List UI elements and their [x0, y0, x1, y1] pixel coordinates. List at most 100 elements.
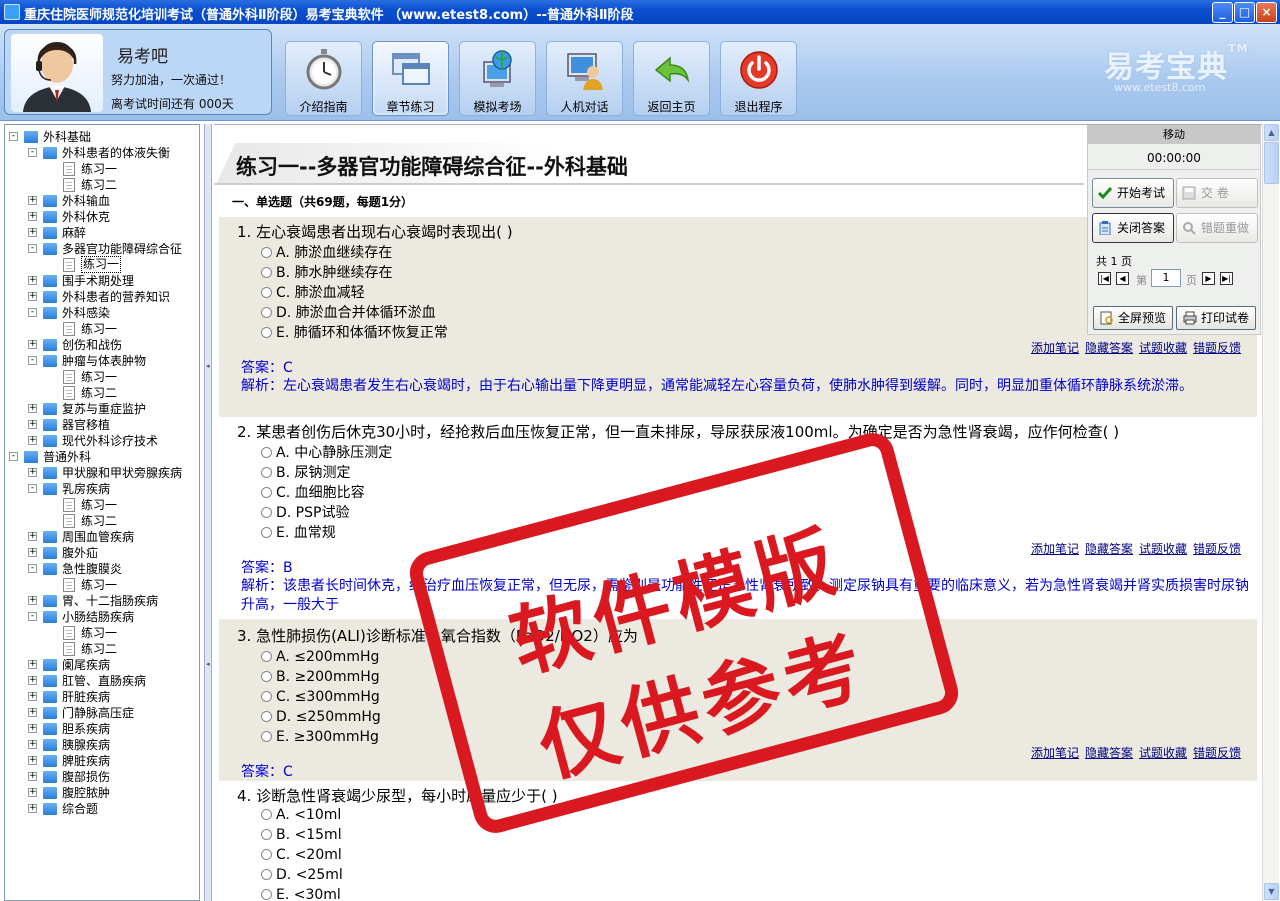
minimize-button[interactable]: _ — [1212, 2, 1233, 23]
last-page-icon[interactable]: ▶| — [1220, 272, 1233, 285]
chapter-practice-button[interactable]: 章节练习 — [372, 41, 449, 116]
expand-icon[interactable]: + — [28, 596, 37, 605]
expand-icon[interactable]: + — [28, 228, 37, 237]
expand-icon[interactable]: + — [28, 548, 37, 557]
expand-icon[interactable]: + — [28, 692, 37, 701]
radio-icon[interactable] — [261, 711, 272, 722]
scroll-up-icon[interactable]: ▲ — [1264, 124, 1279, 141]
option-c[interactable]: C. 肺淤血减轻 — [261, 282, 365, 302]
expand-icon[interactable]: + — [28, 708, 37, 717]
hide-answer-link[interactable]: 隐藏答案 — [1085, 542, 1133, 556]
man-machine-dialog-button[interactable]: 人机对话 — [546, 41, 623, 116]
option-b[interactable]: B. ≥200mmHg — [261, 669, 380, 685]
expand-icon[interactable]: + — [28, 772, 37, 781]
collapse-icon[interactable]: - — [28, 612, 37, 621]
expand-icon[interactable]: + — [28, 276, 37, 285]
radio-icon[interactable] — [261, 447, 272, 458]
option-d[interactable]: D. 肺淤血合并体循环淤血 — [261, 302, 436, 322]
fullscreen-preview-button[interactable]: 全屏预览 — [1093, 306, 1173, 330]
scroll-down-icon[interactable]: ▼ — [1264, 883, 1279, 900]
expand-icon[interactable]: + — [28, 756, 37, 765]
radio-icon[interactable] — [261, 527, 272, 538]
submit-paper-button[interactable]: 交 卷 — [1176, 178, 1258, 208]
favorite-link[interactable]: 试题收藏 — [1139, 341, 1187, 355]
radio-icon[interactable] — [261, 869, 272, 880]
expand-icon[interactable]: + — [28, 292, 37, 301]
radio-icon[interactable] — [261, 731, 272, 742]
expand-icon[interactable]: + — [28, 804, 37, 813]
expand-icon[interactable]: + — [28, 468, 37, 477]
scroll-thumb[interactable] — [1264, 142, 1279, 184]
favorite-link[interactable]: 试题收藏 — [1139, 542, 1187, 556]
option-d[interactable]: D. <25ml — [261, 867, 343, 883]
collapse-icon[interactable]: - — [9, 452, 18, 461]
option-a[interactable]: A. 中心静脉压测定 — [261, 442, 392, 462]
back-home-button[interactable]: 返回主页 — [633, 41, 710, 116]
collapse-icon[interactable]: - — [9, 132, 18, 141]
prev-page-icon[interactable]: ◀ — [1116, 272, 1129, 285]
pane-splitter[interactable]: ◂ ◂ — [204, 124, 212, 901]
expand-icon[interactable]: + — [28, 212, 37, 221]
expand-icon[interactable]: + — [28, 404, 37, 413]
radio-icon[interactable] — [261, 507, 272, 518]
option-d[interactable]: D. PSP试验 — [261, 502, 349, 522]
radio-icon[interactable] — [261, 889, 272, 900]
collapse-left-icon-lower[interactable]: ◂ — [206, 660, 211, 668]
expand-icon[interactable]: + — [28, 436, 37, 445]
option-b[interactable]: B. 尿钠测定 — [261, 462, 351, 482]
radio-icon[interactable] — [261, 247, 272, 258]
expand-icon[interactable]: + — [28, 724, 37, 733]
option-e[interactable]: E. 肺循环和体循环恢复正常 — [261, 322, 448, 342]
expand-icon[interactable]: + — [28, 660, 37, 669]
expand-icon[interactable]: + — [28, 532, 37, 541]
feedback-link[interactable]: 错题反馈 — [1193, 341, 1241, 355]
collapse-icon[interactable]: - — [28, 148, 37, 157]
option-a[interactable]: A. 肺淤血继续存在 — [261, 242, 392, 262]
radio-icon[interactable] — [261, 691, 272, 702]
next-page-icon[interactable]: ▶ — [1202, 272, 1215, 285]
close-button[interactable]: × — [1256, 2, 1277, 23]
radio-icon[interactable] — [261, 809, 272, 820]
collapse-icon[interactable]: - — [28, 244, 37, 253]
option-e[interactable]: E. <30ml — [261, 887, 341, 901]
option-a[interactable]: A. <10ml — [261, 807, 341, 823]
hide-answer-link[interactable]: 隐藏答案 — [1085, 341, 1133, 355]
radio-icon[interactable] — [261, 829, 272, 840]
option-b[interactable]: B. <15ml — [261, 827, 342, 843]
radio-icon[interactable] — [261, 671, 272, 682]
maximize-button[interactable]: □ — [1234, 2, 1255, 23]
collapse-icon[interactable]: - — [28, 356, 37, 365]
radio-icon[interactable] — [261, 849, 272, 860]
vertical-scrollbar[interactable]: ▲ ▼ — [1262, 124, 1279, 901]
radio-icon[interactable] — [261, 651, 272, 662]
feedback-link[interactable]: 错题反馈 — [1193, 746, 1241, 760]
add-note-link[interactable]: 添加笔记 — [1031, 746, 1079, 760]
option-b[interactable]: B. 肺水肿继续存在 — [261, 262, 393, 282]
collapse-left-icon[interactable]: ◂ — [206, 362, 211, 370]
exit-program-button[interactable]: 退出程序 — [720, 41, 797, 116]
intro-guide-button[interactable]: 介绍指南 — [285, 41, 362, 116]
add-note-link[interactable]: 添加笔记 — [1031, 542, 1079, 556]
redo-wrong-button[interactable]: 错题重做 — [1176, 213, 1258, 243]
radio-icon[interactable] — [261, 307, 272, 318]
page-number-input[interactable]: 1 — [1151, 269, 1181, 287]
expand-icon[interactable]: + — [28, 340, 37, 349]
collapse-icon[interactable]: - — [28, 308, 37, 317]
hide-answer-link[interactable]: 隐藏答案 — [1085, 746, 1133, 760]
option-a[interactable]: A. ≤200mmHg — [261, 649, 379, 665]
expand-icon[interactable]: + — [28, 420, 37, 429]
radio-icon[interactable] — [261, 467, 272, 478]
radio-icon[interactable] — [261, 287, 272, 298]
mock-exam-button[interactable]: 模拟考场 — [459, 41, 536, 116]
first-page-icon[interactable]: |◀ — [1098, 272, 1111, 285]
favorite-link[interactable]: 试题收藏 — [1139, 746, 1187, 760]
radio-icon[interactable] — [261, 327, 272, 338]
expand-icon[interactable]: + — [28, 196, 37, 205]
option-e[interactable]: E. 血常规 — [261, 522, 336, 542]
radio-icon[interactable] — [261, 487, 272, 498]
start-exam-button[interactable]: 开始考试 — [1092, 178, 1174, 208]
option-e[interactable]: E. ≥300mmHg — [261, 729, 379, 745]
expand-icon[interactable]: + — [28, 676, 37, 685]
close-answer-button[interactable]: 关闭答案 — [1092, 213, 1174, 243]
option-c[interactable]: C. 血细胞比容 — [261, 482, 365, 502]
